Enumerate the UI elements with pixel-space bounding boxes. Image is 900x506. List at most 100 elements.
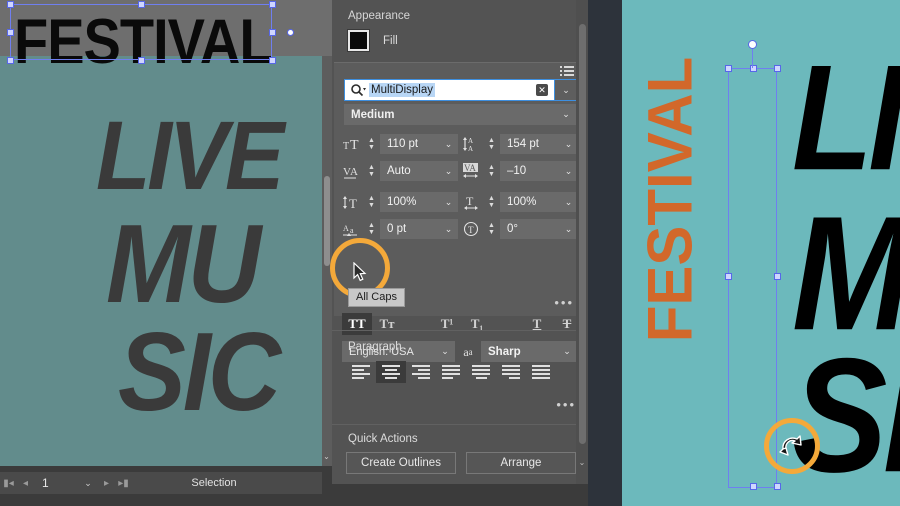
right-rotation-handle[interactable] [748, 40, 757, 49]
selection-handle-tr[interactable] [269, 1, 276, 8]
selection-rotate-handle[interactable] [287, 29, 294, 36]
tracking-control[interactable]: VA ▲ ▼ –10 ⌄ [462, 160, 582, 182]
font-family-dropdown-caret-icon[interactable]: ⌄ [555, 79, 578, 101]
right-festival-selection[interactable] [725, 40, 781, 490]
justify-last-center-button[interactable] [466, 361, 496, 383]
previous-page-icon[interactable]: ◂ [17, 478, 34, 489]
metric-row-scale: T ▲ ▼ 100% ⌄ T ▲ ▼ 100% ⌄ [342, 191, 582, 213]
horizontal-scale-icon: T [462, 192, 486, 212]
selection-handle-ml[interactable] [7, 29, 14, 36]
panel-scrollbar[interactable]: ⌄ [576, 0, 588, 484]
font-size-stepper[interactable]: ▲ ▼ [366, 134, 377, 154]
baseline-shift-control[interactable]: A a ▲ ▼ 0 pt ⌄ [342, 218, 462, 240]
kerning-icon: V A [342, 161, 366, 181]
vertical-scale-caret-icon[interactable]: ⌄ [439, 197, 458, 208]
vertical-scale-stepper[interactable]: ▲ ▼ [366, 192, 377, 212]
character-rotation-stepper[interactable]: ▲ ▼ [486, 219, 497, 239]
font-list-icon[interactable] [560, 66, 574, 77]
left-scroll-down-arrow[interactable]: ⌄ [322, 452, 331, 461]
svg-text:T: T [343, 141, 349, 152]
horizontal-scale-stepper[interactable]: ▲ ▼ [486, 192, 497, 212]
left-document-canvas[interactable]: FESTIVAL LIVE MU SIC ⌄ ▮◂ ◂ 1 ⌄ ▸ ▸▮ Sel… [0, 0, 332, 506]
font-style-caret-icon[interactable]: ⌄ [554, 109, 578, 120]
arrange-button[interactable]: Arrange [466, 452, 576, 474]
selection-handle-bc[interactable] [138, 57, 145, 64]
leading-stepper[interactable]: ▲ ▼ [486, 134, 497, 154]
all-caps-tooltip: All Caps [348, 288, 405, 307]
vertical-scale-control[interactable]: T ▲ ▼ 100% ⌄ [342, 191, 462, 213]
right-festival-text: FESTIVAL [634, 56, 705, 343]
right-handle-bc[interactable] [750, 483, 757, 490]
character-more-options-icon[interactable]: ••• [554, 296, 574, 309]
selection-handle-tl[interactable] [7, 1, 14, 8]
page-number-field[interactable]: 1 [34, 476, 78, 490]
paragraph-section-title: Paragraph [348, 341, 402, 353]
selection-handle-tc[interactable] [138, 1, 145, 8]
appearance-section-title: Appearance [348, 10, 411, 22]
character-rotation-value: 0° [507, 223, 518, 235]
kerning-control[interactable]: V A ▲ ▼ Auto ⌄ [342, 160, 462, 182]
font-size-control[interactable]: T T ▲ ▼ 110 pt ⌄ [342, 133, 462, 155]
right-handle-ml[interactable] [725, 273, 732, 280]
character-rotation-icon: T [462, 219, 486, 239]
left-art-line-mu: MU [106, 202, 261, 327]
font-size-caret-icon[interactable]: ⌄ [439, 139, 458, 150]
right-art-line-mu: MU [792, 181, 900, 365]
window-gap [588, 0, 622, 506]
panel-scroll-down-arrow[interactable]: ⌄ [576, 458, 588, 467]
align-center-button[interactable] [376, 361, 406, 383]
align-right-button[interactable] [406, 361, 436, 383]
paragraph-more-options-icon[interactable]: ••• [556, 398, 576, 411]
right-handle-tl[interactable] [725, 65, 732, 72]
horizontal-scale-control[interactable]: T ▲ ▼ 100% ⌄ [462, 191, 582, 213]
character-rotation-control[interactable]: T ▲ ▼ 0° ⌄ [462, 218, 582, 240]
leading-value: 154 pt [507, 138, 539, 150]
justify-all-button[interactable] [526, 361, 556, 383]
create-outlines-button[interactable]: Create Outlines [346, 452, 456, 474]
justify-last-left-button[interactable] [436, 361, 466, 383]
page-dropdown-caret-icon[interactable]: ⌄ [78, 478, 98, 489]
font-family-input[interactable]: MultiDisplay ✕ [344, 79, 555, 101]
metric-row-kerning-tracking: V A ▲ ▼ Auto ⌄ VA ▲ ▼ –10 ⌄ [342, 160, 582, 182]
svg-text:A: A [468, 145, 473, 152]
font-size-value: 110 pt [387, 138, 419, 150]
svg-text:T: T [349, 196, 357, 210]
kerning-stepper[interactable]: ▲ ▼ [366, 161, 377, 181]
svg-text:VA: VA [464, 163, 476, 173]
baseline-shift-stepper[interactable]: ▲ ▼ [366, 219, 377, 239]
baseline-shift-icon: A a [342, 219, 366, 239]
selection-handle-bl[interactable] [7, 57, 14, 64]
selection-bounding-box [10, 4, 272, 60]
align-left-button[interactable] [346, 361, 376, 383]
kerning-caret-icon[interactable]: ⌄ [439, 166, 458, 177]
last-page-icon[interactable]: ▸▮ [115, 478, 132, 489]
leading-control[interactable]: A A ▲ ▼ 154 pt ⌄ [462, 133, 582, 155]
fill-color-swatch[interactable] [347, 29, 370, 52]
justify-last-right-button[interactable] [496, 361, 526, 383]
selection-handle-mr[interactable] [269, 29, 276, 36]
svg-text:A: A [468, 137, 473, 145]
baseline-shift-caret-icon[interactable]: ⌄ [439, 224, 458, 235]
right-handle-br[interactable] [774, 483, 781, 490]
right-handle-mr[interactable] [774, 273, 781, 280]
font-family-value: MultiDisplay [369, 83, 435, 97]
right-handle-tr[interactable] [774, 65, 781, 72]
appearance-fill-row[interactable]: Fill [332, 28, 588, 61]
first-page-icon[interactable]: ▮◂ [0, 478, 17, 489]
paragraph-alignment-row [332, 361, 588, 383]
fill-label: Fill [383, 34, 398, 47]
panel-scroll-thumb[interactable] [579, 24, 586, 444]
next-page-icon[interactable]: ▸ [98, 478, 115, 489]
rotate-cursor-icon [778, 432, 806, 463]
left-festival-selection[interactable]: FESTIVAL [7, 1, 294, 77]
tracking-stepper[interactable]: ▲ ▼ [486, 161, 497, 181]
font-family-row[interactable]: MultiDisplay ✕ ⌄ [344, 79, 578, 101]
selection-handle-br[interactable] [269, 57, 276, 64]
vertical-scale-icon: T [342, 192, 366, 212]
font-style-dropdown[interactable]: Medium ⌄ [344, 104, 578, 125]
tracking-value: –10 [507, 165, 527, 177]
svg-text:T: T [468, 225, 474, 235]
clear-font-search-icon[interactable]: ✕ [536, 84, 548, 96]
left-canvas-scroll-thumb[interactable] [324, 176, 330, 266]
svg-text:a: a [350, 226, 354, 235]
